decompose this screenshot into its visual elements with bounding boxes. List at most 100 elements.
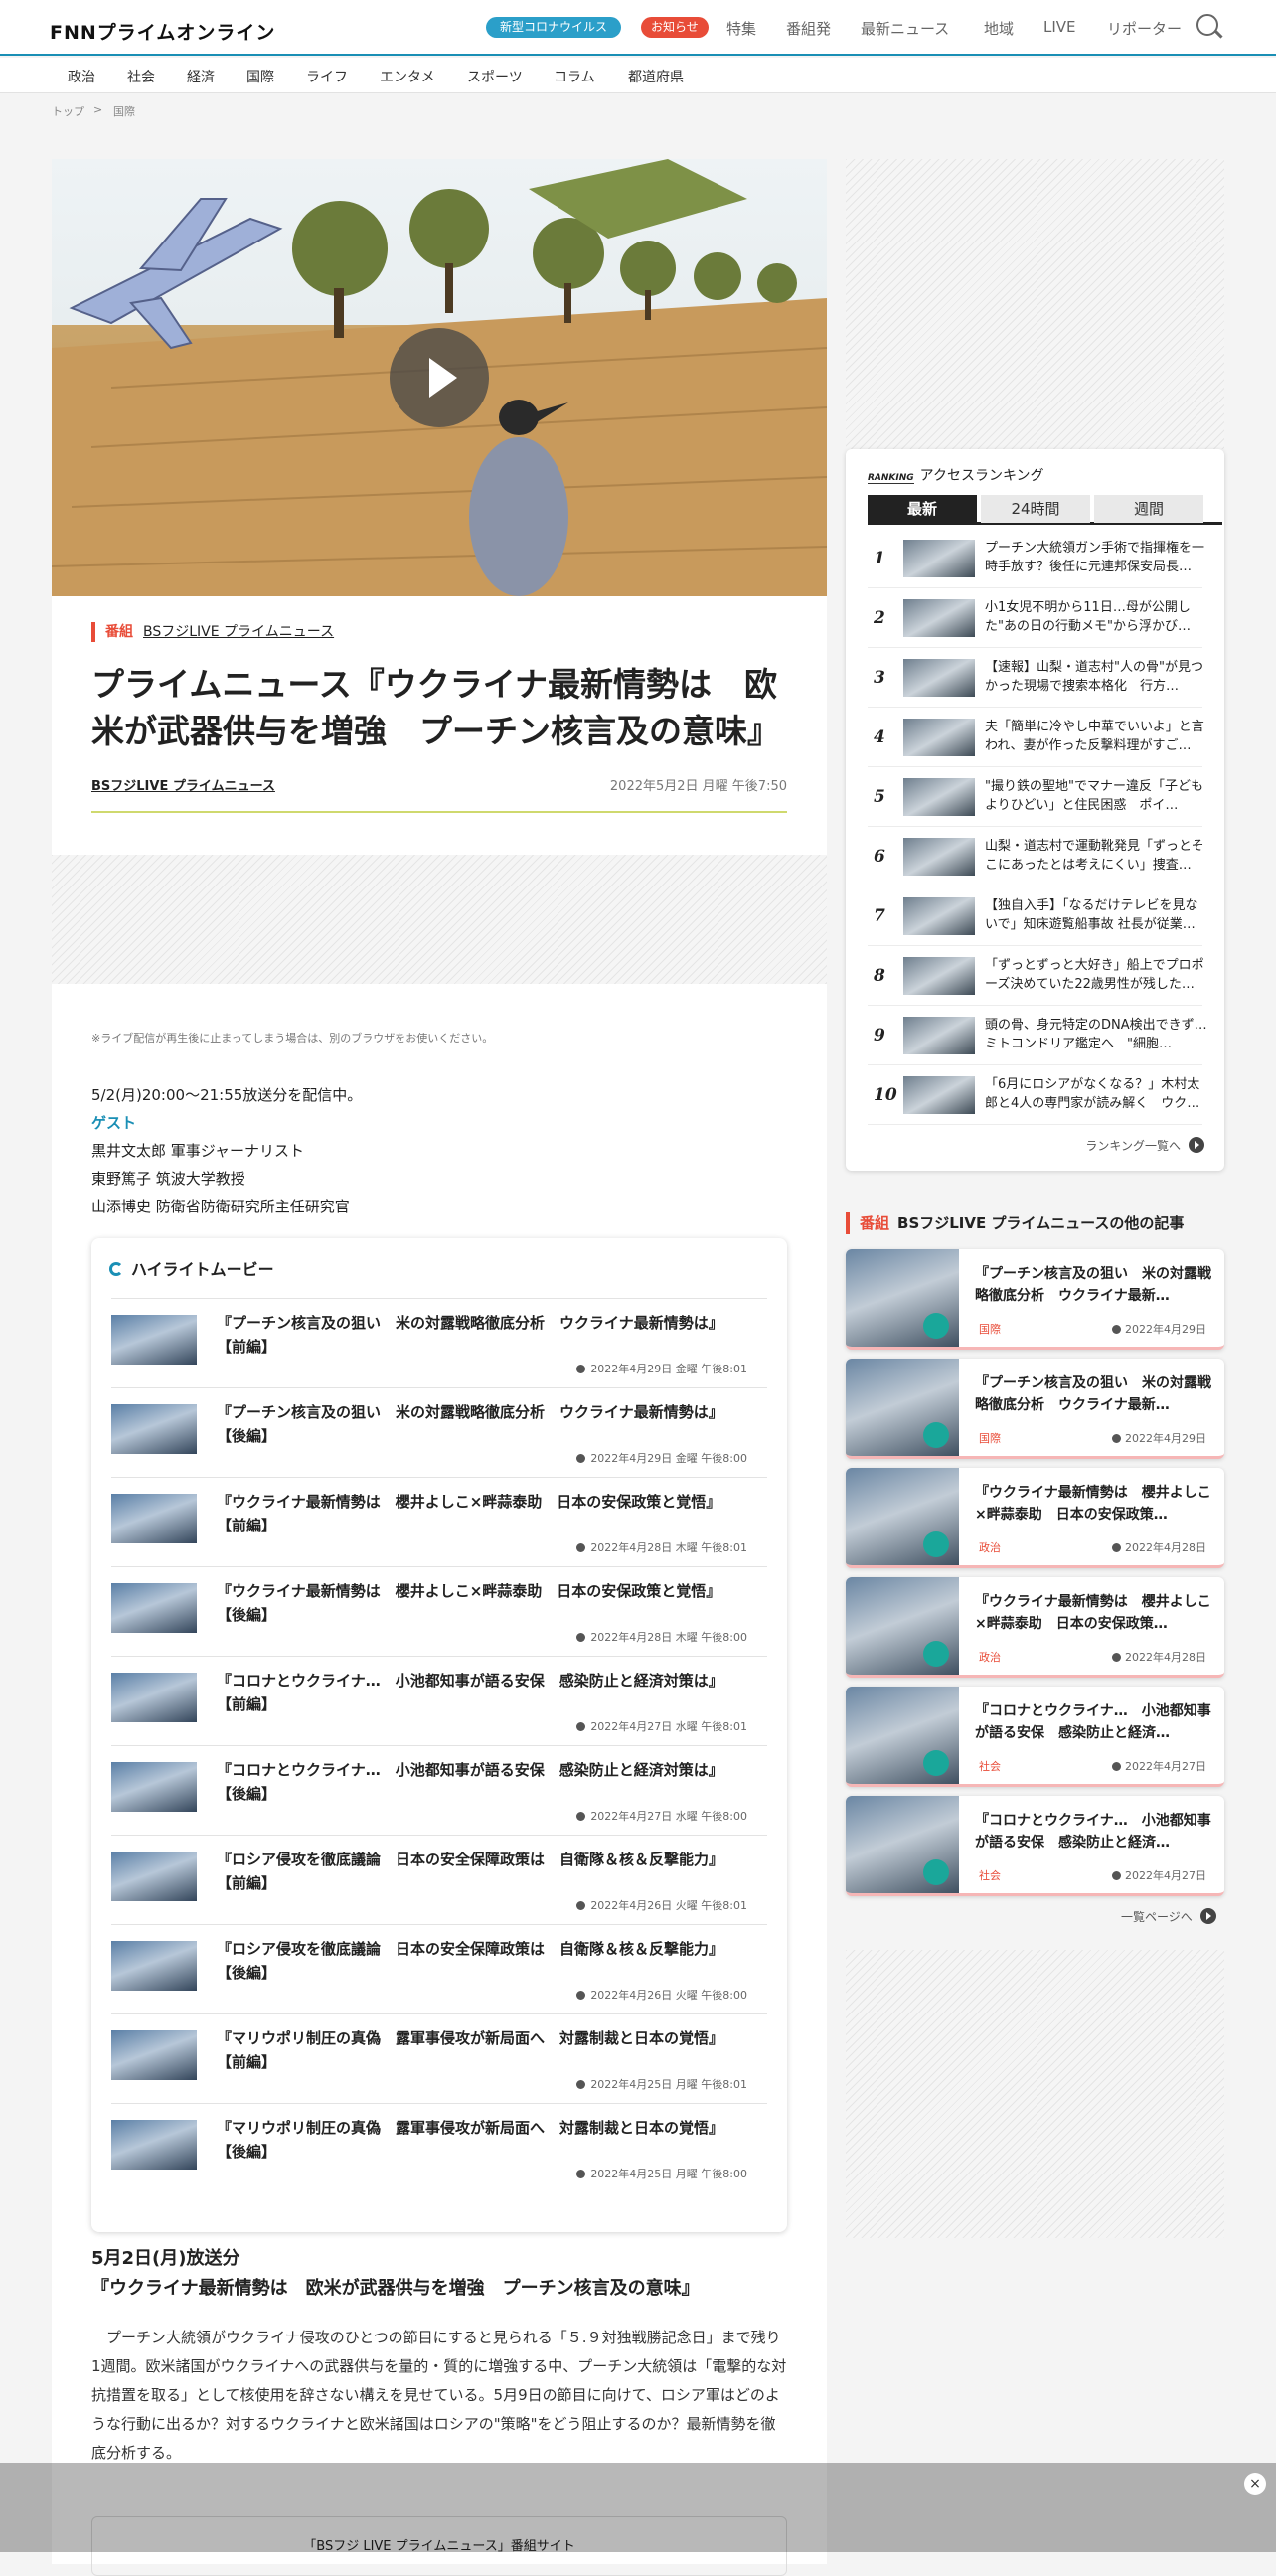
ranking-title[interactable]: 「ずっとずっと大好き」船上でプロポーズ決めていた22歳男性が残した…	[985, 956, 1207, 994]
other-more-link[interactable]: 一覧ページへ	[1121, 1908, 1216, 1925]
other-article-title[interactable]: 『コロナとウクライナ… 小池都知事が語る安保 感染防止と経済…	[975, 1810, 1213, 1853]
highlight-item[interactable]: 『ウクライナ最新情勢は 櫻井よしこ×畔蒜泰助 日本の安保政策と覚悟』【前編】 20…	[111, 1477, 767, 1566]
other-article-category[interactable]: 社会	[979, 1867, 1001, 1883]
other-article-category[interactable]: 社会	[979, 1758, 1001, 1774]
tab-latest[interactable]: 最新	[868, 495, 977, 523]
video-thumbnail[interactable]	[111, 1404, 197, 1454]
ranking-thumbnail[interactable]	[903, 540, 975, 577]
cat-politics[interactable]: 政治	[68, 67, 95, 86]
video-thumbnail[interactable]	[111, 1852, 197, 1901]
ranking-item[interactable]: 4 夫「簡単に冷やし中華でいいよ」と言われ、妻が作った反撃料理がすご…	[868, 708, 1204, 767]
ranking-title[interactable]: 夫「簡単に冷やし中華でいいよ」と言われ、妻が作った反撃料理がすご…	[985, 718, 1207, 755]
site-logo[interactable]: FNNプライムオンライン	[50, 18, 275, 45]
video-thumbnail[interactable]	[111, 2030, 197, 2080]
nav-latest[interactable]: 最新ニュース	[861, 18, 949, 39]
highlight-item[interactable]: 『プーチン核言及の狙い 米の対露戦略徹底分析 ウクライナ最新情勢は』【後編】 20…	[111, 1387, 767, 1477]
highlight-item[interactable]: 『マリウポリ制圧の真偽 露軍事侵攻が新局面へ 対露制裁と日本の覚悟』【前編】 20…	[111, 2013, 767, 2103]
program-link[interactable]: BSフジLIVE プライムニュース	[143, 624, 334, 640]
cat-international[interactable]: 国際	[246, 67, 274, 86]
other-article-card[interactable]: 『ウクライナ最新情勢は 櫻井よしこ×畔蒜泰助 日本の安保政策… 政治 2022年4月…	[846, 1468, 1224, 1568]
ranking-thumbnail[interactable]	[903, 957, 975, 995]
ranking-title[interactable]: 山梨・道志村で運動靴発見「ずっとそこにあったとは考えにくい」捜査…	[985, 837, 1207, 875]
ranking-thumbnail[interactable]	[903, 1076, 975, 1114]
other-article-title[interactable]: 『ウクライナ最新情勢は 櫻井よしこ×畔蒜泰助 日本の安保政策…	[975, 1482, 1213, 1526]
highlight-title[interactable]: 『ウクライナ最新情勢は 櫻井よしこ×畔蒜泰助 日本の安保政策と覚悟』【前編】	[217, 1490, 733, 1537]
other-article-title[interactable]: 『プーチン核言及の狙い 米の対露戦略徹底分析 ウクライナ最新…	[975, 1372, 1213, 1416]
tab-24h[interactable]: 24時間	[981, 495, 1090, 523]
ranking-item[interactable]: 10 「6月にロシアがなくなる？」木村太郎と4人の専門家が読み解く ウク…	[868, 1065, 1202, 1125]
other-article-card[interactable]: 『コロナとウクライナ… 小池都知事が語る安保 感染防止と経済… 社会 2022年4月…	[846, 1796, 1224, 1896]
ranking-thumbnail[interactable]	[903, 778, 975, 816]
cat-life[interactable]: ライフ	[306, 67, 348, 86]
other-article-category[interactable]: 国際	[979, 1321, 1001, 1337]
ranking-title[interactable]: 【独自入手】「なるだけテレビを見ないで」知床遊覧船事故 社長が従業…	[985, 896, 1207, 934]
ranking-thumbnail[interactable]	[903, 659, 975, 697]
notice-pill[interactable]: お知らせ	[641, 17, 709, 38]
video-thumbnail[interactable]	[111, 1315, 197, 1365]
ranking-title[interactable]: プーチン大統領ガン手術で指揮権を一時手放す？後任に元連邦保安局長…	[985, 539, 1207, 576]
highlight-title[interactable]: 『コロナとウクライナ… 小池都知事が語る安保 感染防止と経済対策は』【後編】	[217, 1758, 733, 1806]
highlight-item[interactable]: 『プーチン核言及の狙い 米の対露戦略徹底分析 ウクライナ最新情勢は』【前編】 20…	[111, 1298, 767, 1387]
highlight-item[interactable]: 『ロシア侵攻を徹底議論 日本の安全保障政策は 自衛隊＆核＆反撃能力』【前編】 20…	[111, 1835, 767, 1924]
highlight-title[interactable]: 『ロシア侵攻を徹底議論 日本の安全保障政策は 自衛隊＆核＆反撃能力』【後編】	[217, 1937, 733, 1985]
ranking-item[interactable]: 9 頭の骨、身元特定のDNA検出できず…ミトコンドリア鑑定へ "細胞…	[868, 1006, 1207, 1065]
ranking-more-link[interactable]: ランキング一覧へ	[1085, 1137, 1204, 1154]
other-article-card[interactable]: 『プーチン核言及の狙い 米の対露戦略徹底分析 ウクライナ最新… 国際 2022年4月…	[846, 1359, 1224, 1459]
highlight-item[interactable]: 『ロシア侵攻を徹底議論 日本の安全保障政策は 自衛隊＆核＆反撃能力』【後編】 20…	[111, 1924, 767, 2013]
highlight-item[interactable]: 『マリウポリ制圧の真偽 露軍事侵攻が新局面へ 対露制裁と日本の覚悟』【後編】 20…	[111, 2103, 767, 2192]
other-article-card[interactable]: 『ウクライナ最新情勢は 櫻井よしこ×畔蒜泰助 日本の安保政策… 政治 2022年4月…	[846, 1577, 1224, 1678]
ranking-item[interactable]: 3 【速報】山梨・道志村"人の骨"が見つかった現場で捜索本格化 行方…	[868, 648, 1203, 708]
other-article-card[interactable]: 『プーチン核言及の狙い 米の対露戦略徹底分析 ウクライナ最新… 国際 2022年4月…	[846, 1249, 1224, 1350]
ranking-title[interactable]: 【速報】山梨・道志村"人の骨"が見つかった現場で捜索本格化 行方…	[985, 658, 1207, 696]
ranking-thumbnail[interactable]	[903, 719, 975, 756]
other-article-category[interactable]: 国際	[979, 1430, 1001, 1446]
covid-pill[interactable]: 新型コロナウイルス	[486, 17, 622, 38]
highlight-title[interactable]: 『ウクライナ最新情勢は 櫻井よしこ×畔蒜泰助 日本の安保政策と覚悟』【後編】	[217, 1579, 733, 1627]
ranking-title[interactable]: "撮り鉄の聖地"でマナー違反「子どもよりひどい」と住民困惑 ポイ…	[985, 777, 1207, 815]
ranking-item[interactable]: 7 【独自入手】「なるだけテレビを見ないで」知床遊覧船事故 社長が従業…	[868, 886, 1202, 946]
other-article-category[interactable]: 政治	[979, 1649, 1001, 1665]
ranking-item[interactable]: 8 「ずっとずっと大好き」船上でプロポーズ決めていた22歳男性が残した…	[868, 946, 1204, 1006]
tab-weekly[interactable]: 週間	[1094, 495, 1203, 523]
play-button-icon[interactable]	[390, 328, 489, 427]
ranking-title[interactable]: 「6月にロシアがなくなる？」木村太郎と4人の専門家が読み解く ウク…	[985, 1075, 1207, 1113]
arrow-right-icon[interactable]	[1189, 1137, 1204, 1153]
highlight-title[interactable]: 『プーチン核言及の狙い 米の対露戦略徹底分析 ウクライナ最新情勢は』【前編】	[217, 1311, 733, 1359]
ranking-item[interactable]: 2 小1女児不明から11日…母が公開した"あの日の行動メモ"から浮かび…	[868, 588, 1202, 648]
breadcrumb-home[interactable]: トップ	[52, 103, 84, 119]
arrow-right-icon[interactable]	[1199, 1908, 1216, 1924]
ranking-thumbnail[interactable]	[903, 599, 975, 637]
video-thumbnail[interactable]	[111, 1583, 197, 1633]
nav-reporter[interactable]: リポーター	[1107, 18, 1182, 39]
cat-prefecture[interactable]: 都道府県	[628, 67, 684, 86]
close-icon[interactable]: ×	[1244, 2473, 1266, 2495]
highlight-title[interactable]: 『コロナとウクライナ… 小池都知事が語る安保 感染防止と経済対策は』【前編】	[217, 1669, 733, 1716]
highlight-title[interactable]: 『マリウポリ制圧の真偽 露軍事侵攻が新局面へ 対露制裁と日本の覚悟』【後編】	[217, 2116, 733, 2164]
ranking-thumbnail[interactable]	[903, 1017, 975, 1054]
highlight-title[interactable]: 『ロシア侵攻を徹底議論 日本の安全保障政策は 自衛隊＆核＆反撃能力』【前編】	[217, 1848, 733, 1895]
highlight-item[interactable]: 『コロナとウクライナ… 小池都知事が語る安保 感染防止と経済対策は』【前編】 20…	[111, 1656, 767, 1745]
video-thumbnail[interactable]	[111, 2120, 197, 2170]
other-article-card[interactable]: 『コロナとウクライナ… 小池都知事が語る安保 感染防止と経済… 社会 2022年4月…	[846, 1687, 1224, 1787]
ranking-title[interactable]: 頭の骨、身元特定のDNA検出できず…ミトコンドリア鑑定へ "細胞…	[985, 1016, 1207, 1053]
search-icon[interactable]	[1196, 14, 1218, 36]
nav-feature[interactable]: 特集	[726, 18, 756, 39]
other-article-category[interactable]: 政治	[979, 1539, 1001, 1555]
ranking-thumbnail[interactable]	[903, 897, 975, 935]
ranking-more-text[interactable]: ランキング一覧へ	[1085, 1139, 1181, 1153]
highlight-title[interactable]: 『プーチン核言及の狙い 米の対露戦略徹底分析 ウクライナ最新情勢は』【後編】	[217, 1400, 733, 1448]
cat-entertainment[interactable]: エンタメ	[380, 67, 435, 86]
ranking-title[interactable]: 小1女児不明から11日…母が公開した"あの日の行動メモ"から浮かび…	[985, 598, 1207, 636]
highlight-item[interactable]: 『ウクライナ最新情勢は 櫻井よしこ×畔蒜泰助 日本の安保政策と覚悟』【後編】 20…	[111, 1566, 767, 1656]
cat-economy[interactable]: 経済	[187, 67, 215, 86]
video-player[interactable]	[52, 159, 827, 596]
cat-sports[interactable]: スポーツ	[467, 67, 523, 86]
other-article-title[interactable]: 『プーチン核言及の狙い 米の対露戦略徹底分析 ウクライナ最新…	[975, 1263, 1213, 1307]
ranking-item[interactable]: 1 プーチン大統領ガン手術で指揮権を一時手放す？後任に元連邦保安局長…	[868, 529, 1204, 588]
highlight-item[interactable]: 『コロナとウクライナ… 小池都知事が語る安保 感染防止と経済対策は』【後編】 20…	[111, 1745, 767, 1835]
nav-program[interactable]: 番組発	[786, 18, 831, 39]
other-article-title[interactable]: 『コロナとウクライナ… 小池都知事が語る安保 感染防止と経済…	[975, 1700, 1213, 1744]
highlight-title[interactable]: 『マリウポリ制圧の真偽 露軍事侵攻が新局面へ 対露制裁と日本の覚悟』【前編】	[217, 2026, 733, 2074]
nav-region[interactable]: 地域	[984, 18, 1014, 39]
ranking-thumbnail[interactable]	[903, 838, 975, 876]
